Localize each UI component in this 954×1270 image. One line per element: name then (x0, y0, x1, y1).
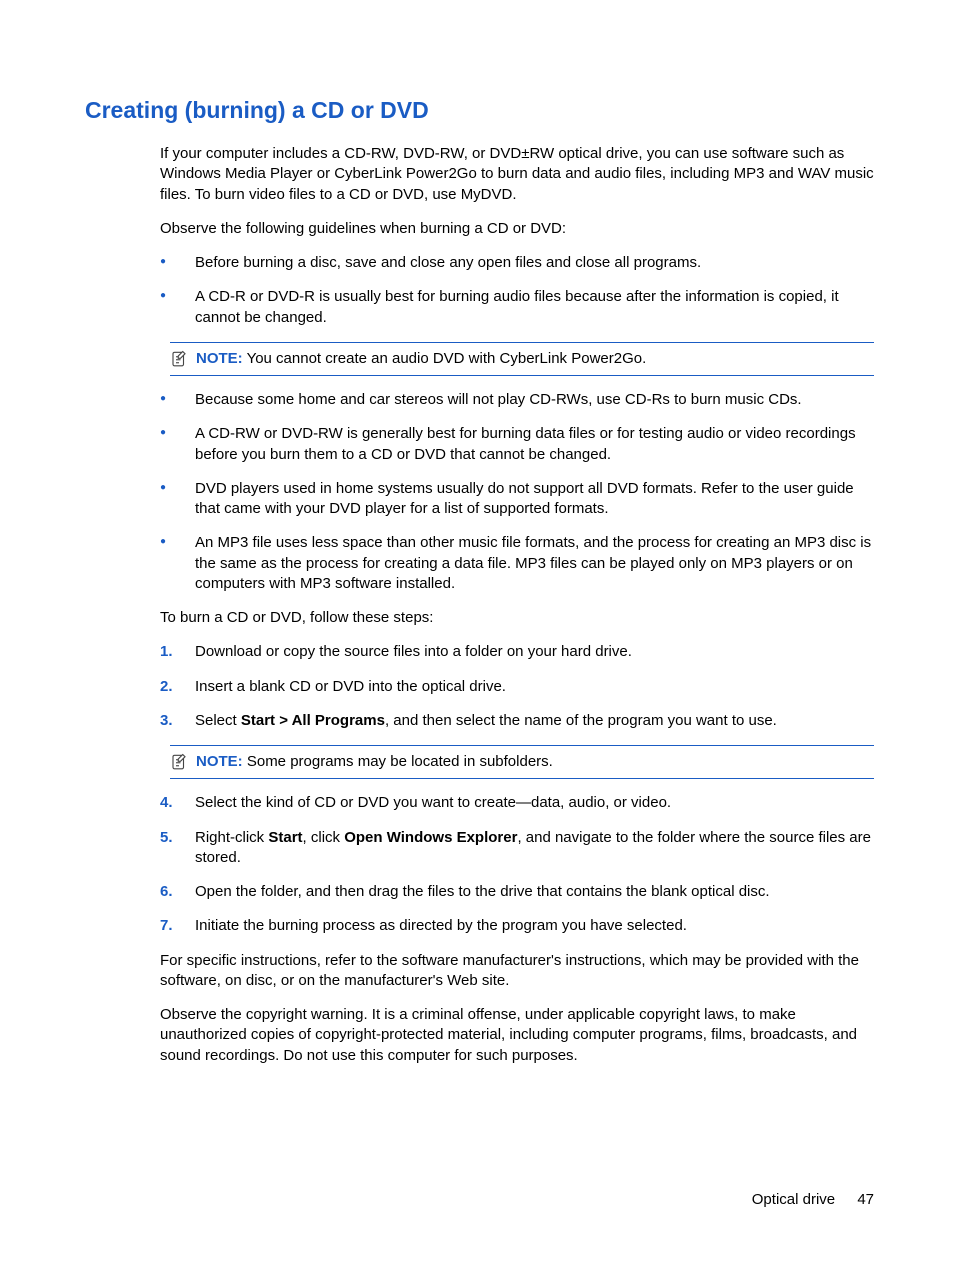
guidelines-list-1: Before burning a disc, save and close an… (160, 253, 874, 328)
footer-section: Optical drive (752, 1191, 835, 1208)
steps-list-2: 4.Select the kind of CD or DVD you want … (160, 793, 874, 936)
list-item: Before burning a disc, save and close an… (160, 253, 874, 273)
list-item: DVD players used in home systems usually… (160, 479, 874, 520)
note-icon (170, 350, 188, 368)
page-number: 47 (857, 1191, 874, 1208)
note-text: NOTE: Some programs may be located in su… (196, 752, 874, 772)
note-callout: NOTE: Some programs may be located in su… (170, 745, 874, 779)
guidelines-list-2: Because some home and car stereos will n… (160, 390, 874, 594)
list-item: 3.Select Start > All Programs, and then … (160, 711, 874, 731)
closing-paragraph: For specific instructions, refer to the … (160, 951, 874, 992)
list-item: An MP3 file uses less space than other m… (160, 533, 874, 594)
note-icon (170, 753, 188, 771)
list-item: A CD-R or DVD-R is usually best for burn… (160, 287, 874, 328)
steps-list-1: 1.Download or copy the source files into… (160, 642, 874, 731)
list-item: 6.Open the folder, and then drag the fil… (160, 882, 874, 902)
copyright-paragraph: Observe the copyright warning. It is a c… (160, 1005, 874, 1066)
guidelines-intro: Observe the following guidelines when bu… (160, 219, 874, 239)
list-item: Because some home and car stereos will n… (160, 390, 874, 410)
note-text: NOTE: You cannot create an audio DVD wit… (196, 349, 874, 369)
list-item: 5.Right-click Start, click Open Windows … (160, 828, 874, 869)
list-item: 7.Initiate the burning process as direct… (160, 916, 874, 936)
page-footer: Optical drive 47 (752, 1190, 874, 1210)
list-item: A CD-RW or DVD-RW is generally best for … (160, 424, 874, 465)
list-item: 1.Download or copy the source files into… (160, 642, 874, 662)
intro-paragraph: If your computer includes a CD-RW, DVD-R… (160, 144, 874, 205)
note-label: NOTE: (196, 753, 243, 770)
list-item: 4.Select the kind of CD or DVD you want … (160, 793, 874, 813)
list-item: 2.Insert a blank CD or DVD into the opti… (160, 677, 874, 697)
note-callout: NOTE: You cannot create an audio DVD wit… (170, 342, 874, 376)
note-label: NOTE: (196, 350, 243, 367)
steps-intro: To burn a CD or DVD, follow these steps: (160, 608, 874, 628)
page-heading: Creating (burning) a CD or DVD (85, 95, 874, 126)
